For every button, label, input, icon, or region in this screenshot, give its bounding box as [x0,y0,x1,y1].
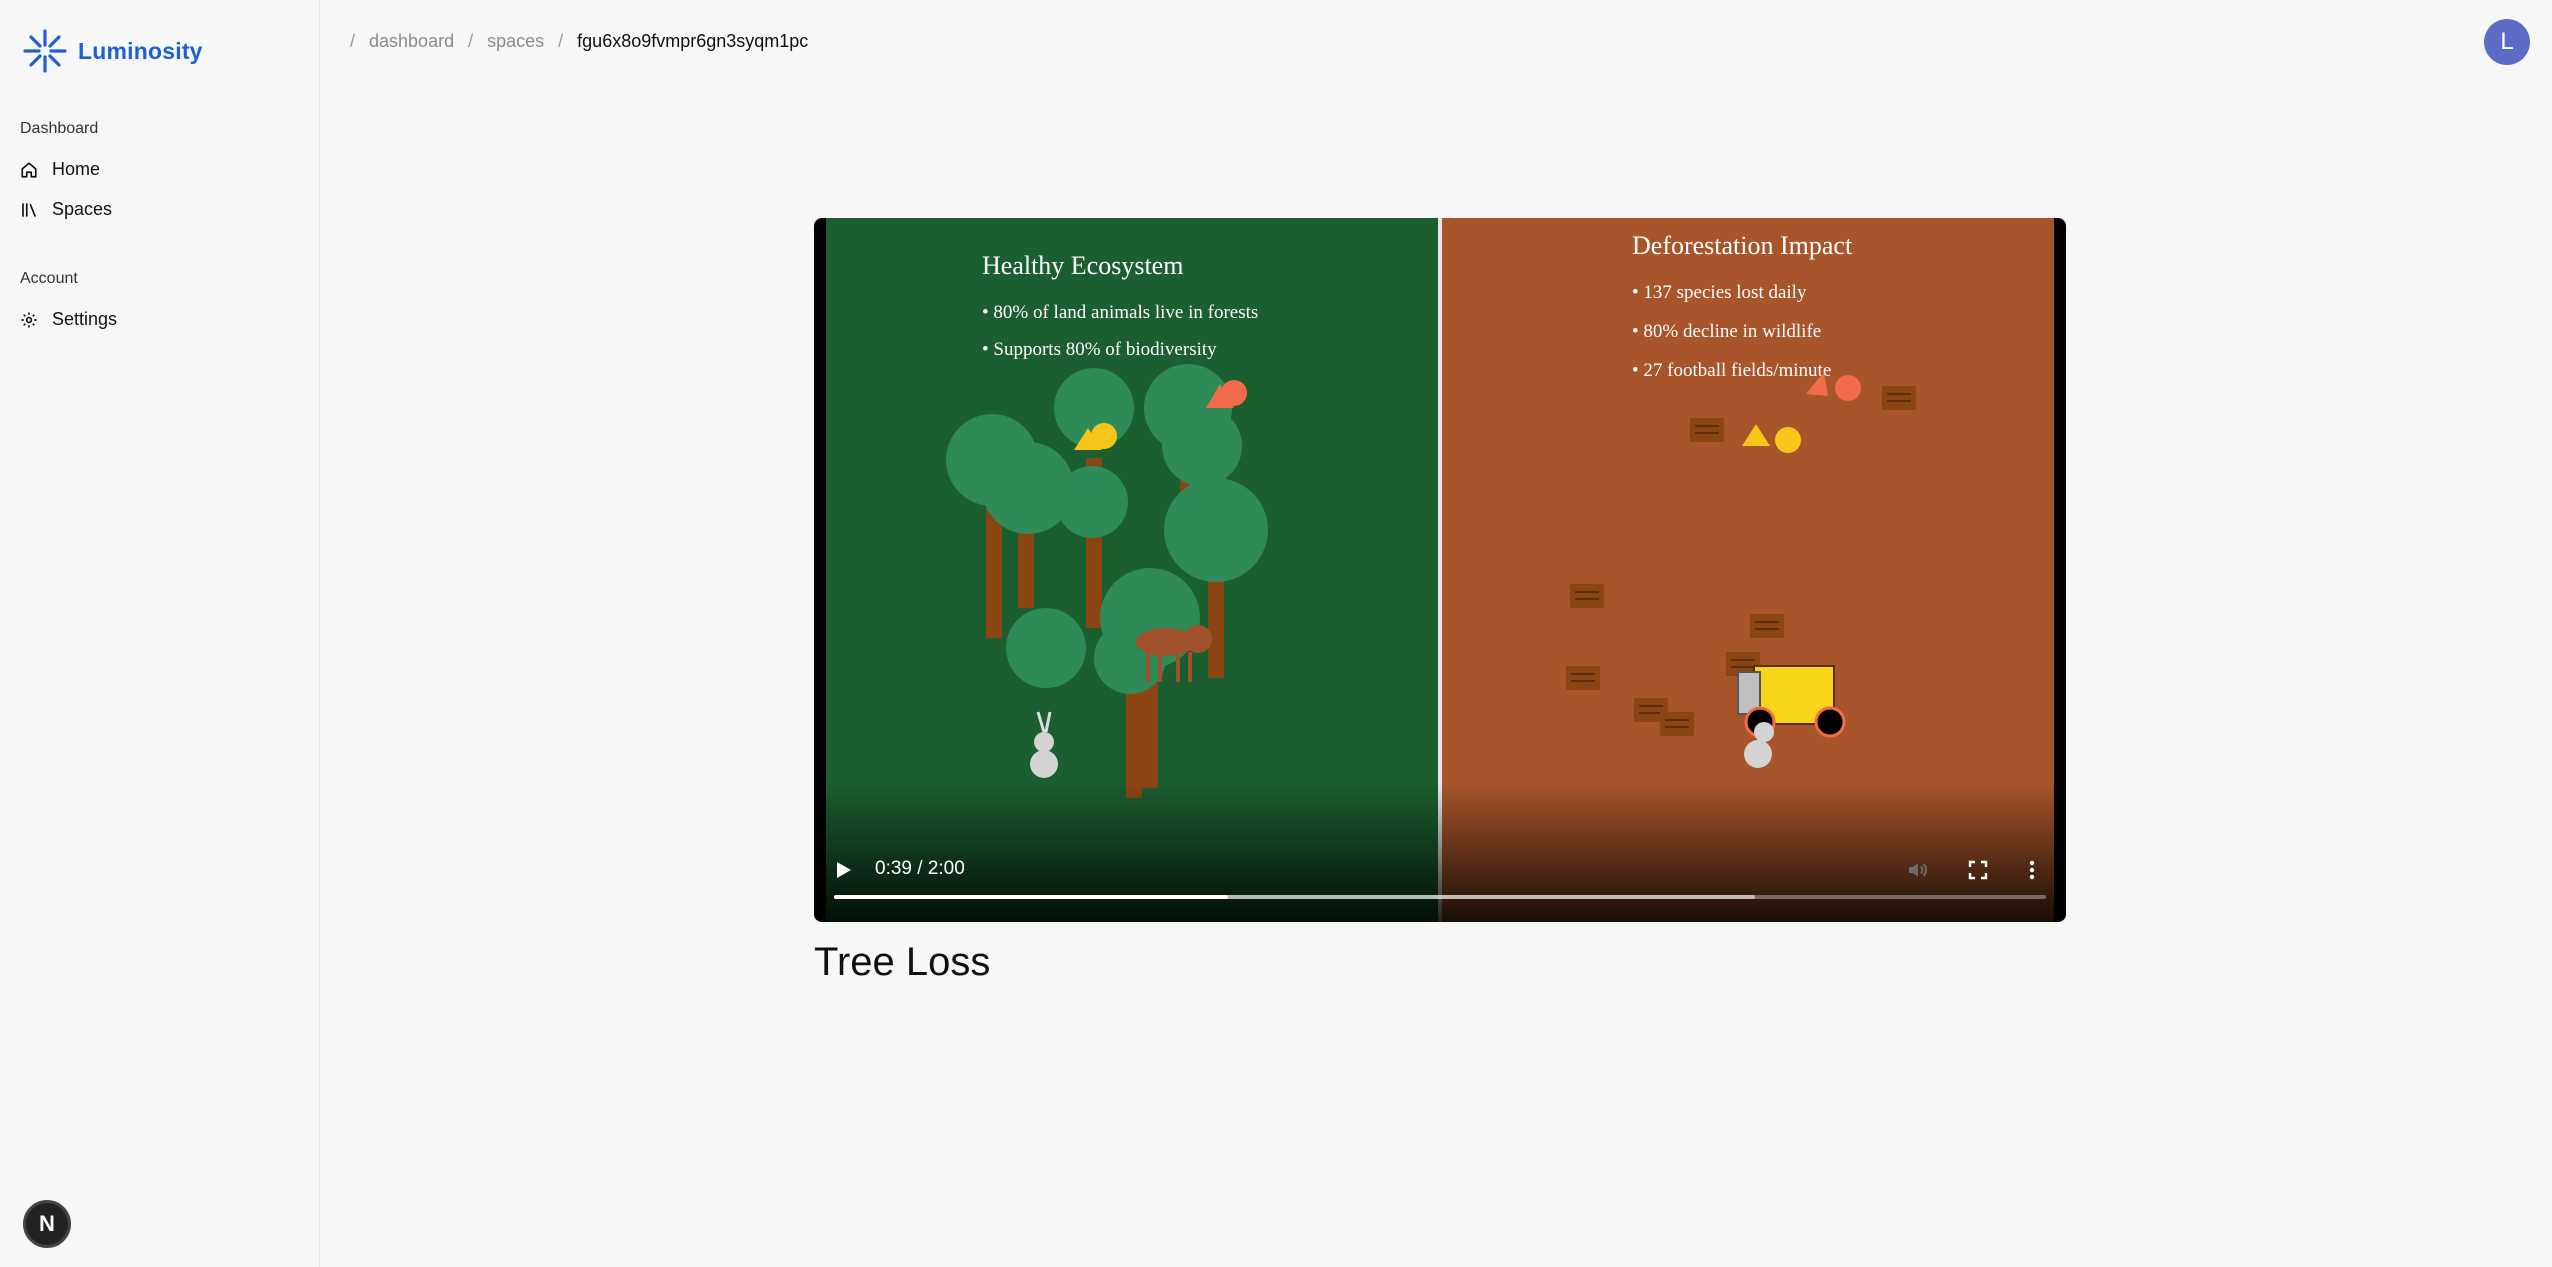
volume-icon[interactable] [1906,858,1930,882]
video-time: 0:39 / 2:00 [875,858,965,879]
sidebar-item-spaces[interactable]: Spaces [20,199,112,220]
left-bullet: • 80% of land animals live in forests [982,302,1258,323]
video-controls: 0:39 / 2:00 [814,782,2066,922]
right-bullet: • 137 species lost daily [1632,282,1807,303]
sidebar-item-label: Spaces [52,199,113,219]
video-progress-bar[interactable] [834,895,2046,899]
library-icon [22,202,36,217]
sidebar-item-settings[interactable]: Settings [20,309,117,330]
sidebar-item-label: Home [52,159,101,179]
nav-section-account: Account [20,270,78,287]
play-icon[interactable] [832,859,854,881]
home-icon [21,161,37,178]
sidebar-item-home[interactable]: Home [20,159,100,180]
breadcrumb-dashboard[interactable]: dashboard [369,31,454,52]
breadcrumb: / dashboard / spaces / fgu6x8o9fvmpr6gn3… [350,31,809,52]
more-options-icon[interactable] [2020,858,2044,882]
page-title: Tree Loss [814,940,991,984]
user-avatar[interactable]: L [2484,19,2530,65]
sidebar: Luminosity Dashboard Home Spaces Account… [0,0,320,1267]
right-panel-title: Deforestation Impact [1632,231,1853,260]
luminosity-logo-icon [23,29,67,73]
left-bullet: • Supports 80% of biodiversity [982,339,1217,360]
right-bullet: • 27 football fields/minute [1632,360,1831,381]
left-panel-title: Healthy Ecosystem [982,251,1183,280]
video-player[interactable]: Healthy Ecosystem • 80% of land animals … [814,218,2066,922]
sidebar-item-label: Settings [52,309,118,329]
breadcrumb-current: fgu6x8o9fvmpr6gn3syqm1pc [577,31,809,51]
breadcrumb-spaces[interactable]: spaces [487,31,544,52]
dev-tools-badge[interactable]: N [23,1200,71,1248]
video-played [834,895,1228,899]
right-bullet: • 80% decline in wildlife [1632,321,1821,342]
fullscreen-icon[interactable] [1966,858,1990,882]
nav-section-dashboard: Dashboard [20,120,99,137]
logo[interactable]: Luminosity [22,28,203,74]
gear-icon [21,312,37,327]
logo-text: Luminosity [78,37,203,64]
